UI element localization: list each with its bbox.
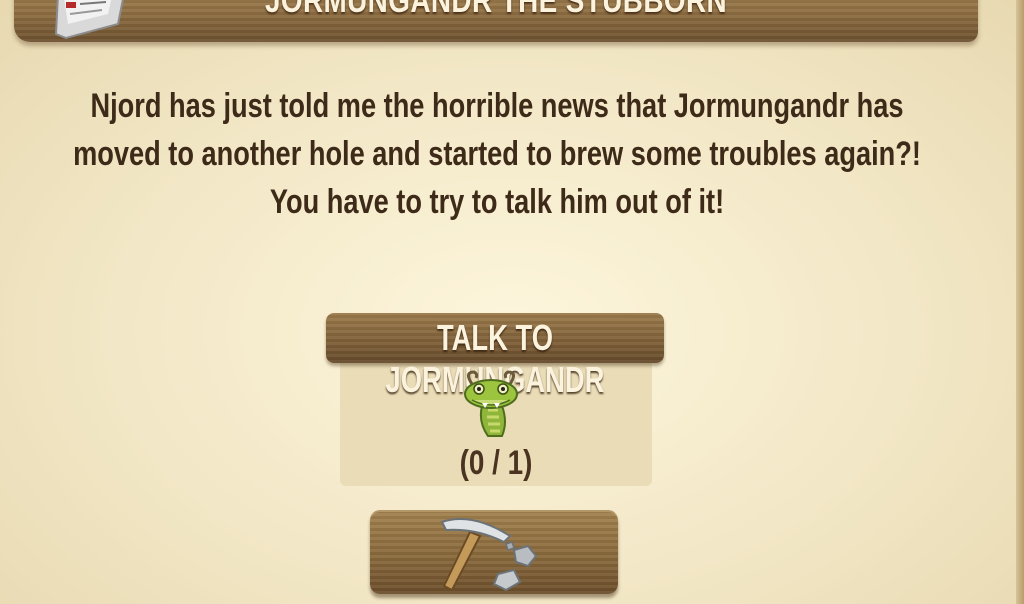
dig-action-button[interactable] — [370, 510, 618, 594]
quest-title-bar: JORMUNGANDR THE STUBBORN — [14, 0, 978, 42]
quest-title: JORMUNGANDR THE STUBBORN — [264, 0, 728, 20]
quest-description-text: Njord has just told me the horrible news… — [73, 87, 921, 221]
task-progress: (0 / 1) — [459, 444, 533, 482]
pickaxe-icon — [440, 518, 538, 592]
task-banner: TALK TO JORMUNGANDR — [326, 313, 664, 400]
quest-description: Njord has just told me the horrible news… — [40, 82, 954, 226]
panel-edge — [1016, 0, 1024, 604]
serpent-icon — [464, 370, 518, 437]
scroll-icon — [54, 0, 124, 40]
